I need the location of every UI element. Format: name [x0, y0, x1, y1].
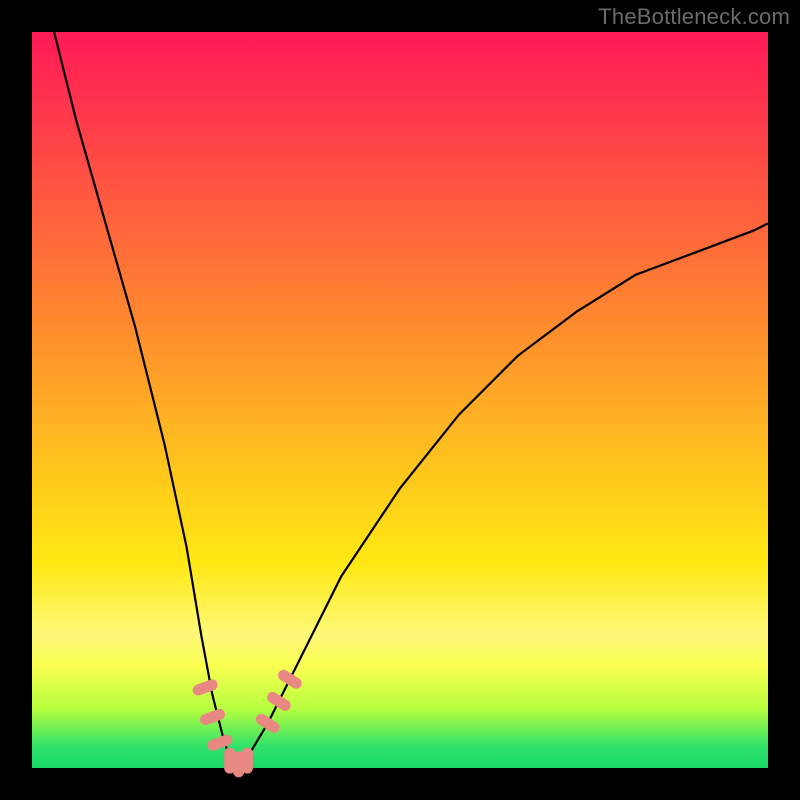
right-band-2-marker — [265, 690, 293, 713]
chart-frame: TheBottleneck.com — [0, 0, 800, 800]
left-band-1-marker — [191, 678, 219, 697]
left-band-2-marker — [198, 707, 226, 726]
floor-3-marker — [242, 748, 253, 774]
plot-area — [32, 32, 768, 768]
right-band-1-marker — [254, 712, 282, 735]
watermark-text: TheBottleneck.com — [598, 4, 790, 30]
right-band-3-marker — [276, 668, 304, 691]
bottleneck-curve-svg — [32, 32, 768, 768]
bottleneck-curve — [54, 32, 768, 768]
